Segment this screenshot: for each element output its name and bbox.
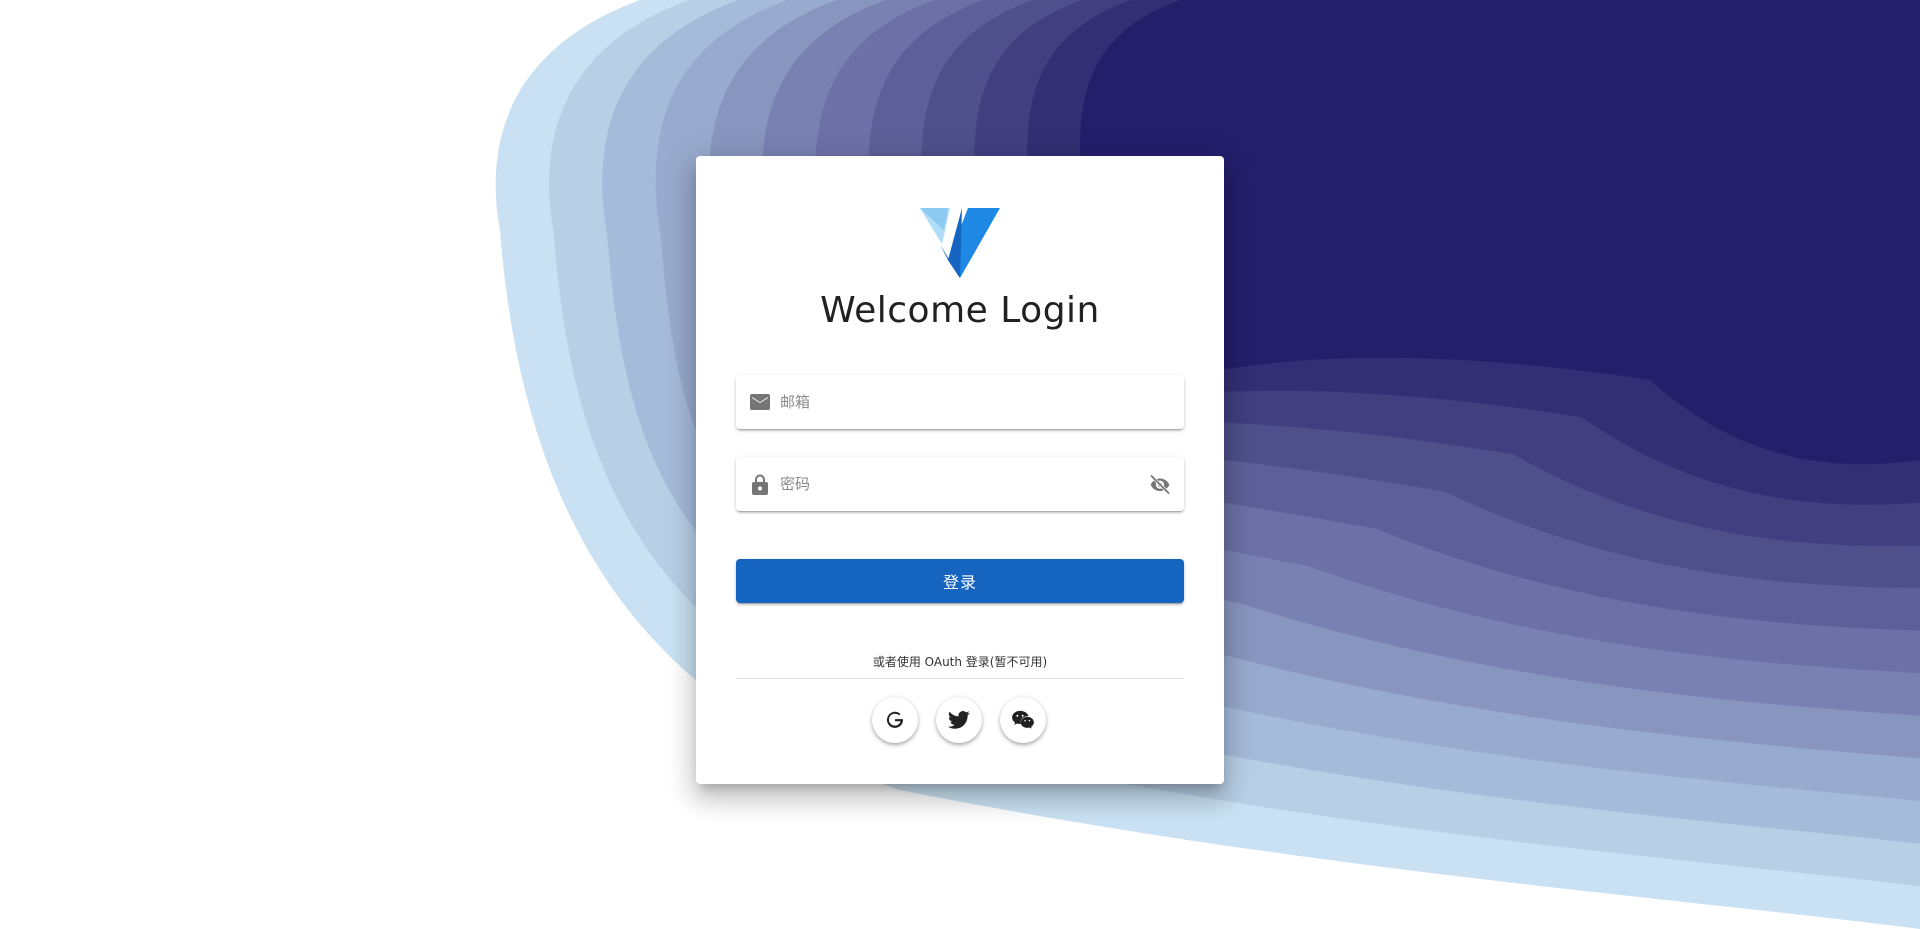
password-field[interactable]: [778, 456, 1148, 512]
oauth-hint: 或者使用 OAuth 登录(暂不可用): [872, 655, 1048, 669]
lock-icon: [748, 472, 772, 496]
login-button[interactable]: 登录: [736, 559, 1184, 603]
mail-icon: [748, 390, 772, 414]
vuetify-logo-icon: [920, 208, 1000, 278]
password-field-container: [736, 456, 1184, 512]
twitter-icon: [948, 711, 970, 729]
wechat-login-button[interactable]: [1000, 697, 1046, 743]
eye-off-icon[interactable]: [1148, 472, 1172, 496]
email-field-container: [736, 374, 1184, 430]
divider: [736, 678, 1184, 679]
wechat-icon: [1012, 710, 1034, 729]
login-card: Welcome Login 登录 或者使用 OAuth 登录(暂不可用): [696, 156, 1224, 784]
google-icon: [886, 711, 904, 728]
google-login-button[interactable]: [872, 697, 918, 743]
twitter-login-button[interactable]: [936, 697, 982, 743]
email-field[interactable]: [778, 374, 1172, 430]
page-title: Welcome Login: [820, 290, 1100, 331]
